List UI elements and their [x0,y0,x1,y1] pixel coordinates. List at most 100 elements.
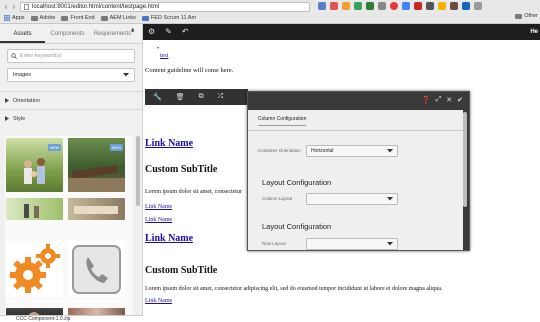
link-name[interactable]: Link Name [145,217,172,223]
style-filter[interactable]: Style [0,109,142,127]
list-bullet: • [157,46,160,52]
asset-thumbnail[interactable] [6,198,63,220]
container-orientation-select[interactable]: Horizontal [306,145,398,157]
settings-gear-icon[interactable]: ⚙ [148,24,155,40]
gears-icon [10,244,60,293]
close-icon[interactable]: ✕ [446,96,452,104]
asset-thumbnail[interactable]: NEW [68,138,125,192]
download-bar[interactable]: CCC Component-1.0.zip [0,315,143,322]
tab-components[interactable]: Components [45,24,90,43]
phone-icon [72,245,121,294]
container-orientation-label: Container Orientation [258,148,301,153]
book-photo-icon [74,206,118,214]
tab-column-configuration[interactable]: Column Configuration [258,116,307,126]
extension-icon[interactable] [378,2,386,10]
chevron-down-icon [387,197,393,201]
asset-thumbnail[interactable]: NEW [6,138,63,192]
wrench-icon[interactable]: 🔧 [153,93,162,101]
bookmark-aem-links[interactable]: AEM Links [100,15,136,21]
fullscreen-icon[interactable]: ⤢ [436,96,442,104]
edit-pencil-icon[interactable]: ✎ [165,24,172,40]
dialog-scrollbar[interactable] [463,112,467,207]
other-bookmarks[interactable]: Other [515,13,538,19]
lorem-text: Lorem ipsum dolor sit amet, consectetur [145,189,242,195]
help-icon[interactable]: ❓ [422,96,431,104]
copy-icon[interactable]: ⧉ [199,93,204,101]
column-config-dialog: ❓ ⤢ ✕ ✔ Column Configuration Container O… [247,91,470,251]
bookmark-fed-scrum[interactable]: FED Scrum 11 Am [141,15,196,21]
trash-icon[interactable]: 🗑 [176,93,185,101]
extension-icons [318,2,482,12]
search-input[interactable]: Enter keyword(s) [7,49,135,63]
extension-icon[interactable] [318,2,326,10]
page-icon [24,4,29,10]
dialog-header: ❓ ⤢ ✕ ✔ [248,92,469,108]
asset-grid: NEW NEW [5,136,133,322]
extension-icon[interactable] [450,2,458,10]
bookmark-apps[interactable]: Apps [4,15,25,21]
tab-assets[interactable]: Assets [0,24,45,43]
test-link[interactable]: test [160,53,168,59]
folder-icon [515,13,523,19]
extension-icon[interactable] [390,2,398,10]
bookmarks-bar: Apps Adobe Front End AEM Links FED Scrum… [0,13,540,23]
search-icon [11,53,17,59]
content-guideline: Content guideline will come here. [145,67,234,74]
extension-icon[interactable] [342,2,350,10]
bookmark-adobe[interactable]: Adobe [30,15,55,21]
extension-icon[interactable] [426,2,434,10]
asset-scrollbar[interactable] [136,136,140,206]
user-label: He [530,29,538,35]
address-bar[interactable]: localhost:8001/editor.html/content/testp… [20,2,310,12]
forward-icon[interactable]: › [10,2,18,12]
link-name[interactable]: Link Name [145,204,172,210]
extension-icon[interactable] [330,2,338,10]
bookmark-front-end[interactable]: Front End [61,15,95,21]
apps-grid-icon [4,15,10,21]
shuffle-icon[interactable]: ⤮ [218,93,224,101]
confirm-check-icon[interactable]: ✔ [457,96,463,104]
link-name-heading[interactable]: Link Name [145,233,193,244]
folder-icon [100,15,108,21]
orientation-filter[interactable]: Orientation [0,91,142,109]
new-badge: NEW [47,144,61,151]
layout-configuration-heading: Layout Configuration [262,178,332,187]
extension-icon[interactable] [414,2,422,10]
extension-icon[interactable] [354,2,362,10]
editor-toolbar: ⚙ ✎ ↶ He [143,24,540,40]
column-layout-select[interactable] [306,193,398,205]
download-file-name: CCC Component-1.0.zip [16,316,71,322]
park-photo-icon [24,204,39,218]
link-name-heading[interactable]: Link Name [145,138,193,149]
asset-type-value: Images [13,72,32,78]
calendar-icon [141,15,149,21]
chevron-down-icon [387,242,393,246]
extension-icon[interactable] [438,2,446,10]
chevron-down-icon [387,149,393,153]
row-layout-select[interactable] [306,238,398,250]
chevron-down-icon [123,73,129,77]
custom-subtitle: Custom SubTitle [145,265,218,276]
asset-thumbnail[interactable] [68,241,125,297]
column-layout-label: Column Layout [262,196,293,201]
extension-icon[interactable] [402,2,410,10]
side-panel: Assets Components Requirements ••• Enter… [0,24,143,322]
asset-thumbnail[interactable] [6,241,63,297]
row-layout-label: Row Layout [262,241,286,246]
back-icon[interactable]: ‹ [2,2,10,12]
layout-configuration-heading: Layout Configuration [262,222,332,231]
link-name[interactable]: Link Name [145,298,172,304]
asset-type-select[interactable]: Images [7,68,135,82]
folder-icon [61,15,69,21]
extension-icon[interactable] [366,2,374,10]
extension-icon[interactable] [462,2,470,10]
tab-requirements[interactable]: Requirements [90,24,135,43]
more-options-icon[interactable]: ••• [128,28,137,30]
chevron-right-icon [5,116,9,121]
component-edit-bar: 🔧 🗑 ⧉ ⤮ [145,89,248,105]
menu-icon[interactable] [474,2,482,10]
folder-icon [30,15,38,21]
asset-thumbnail[interactable] [68,198,125,220]
url-text: localhost:8001/editor.html/content/testp… [32,4,160,10]
undo-icon[interactable]: ↶ [182,24,189,40]
